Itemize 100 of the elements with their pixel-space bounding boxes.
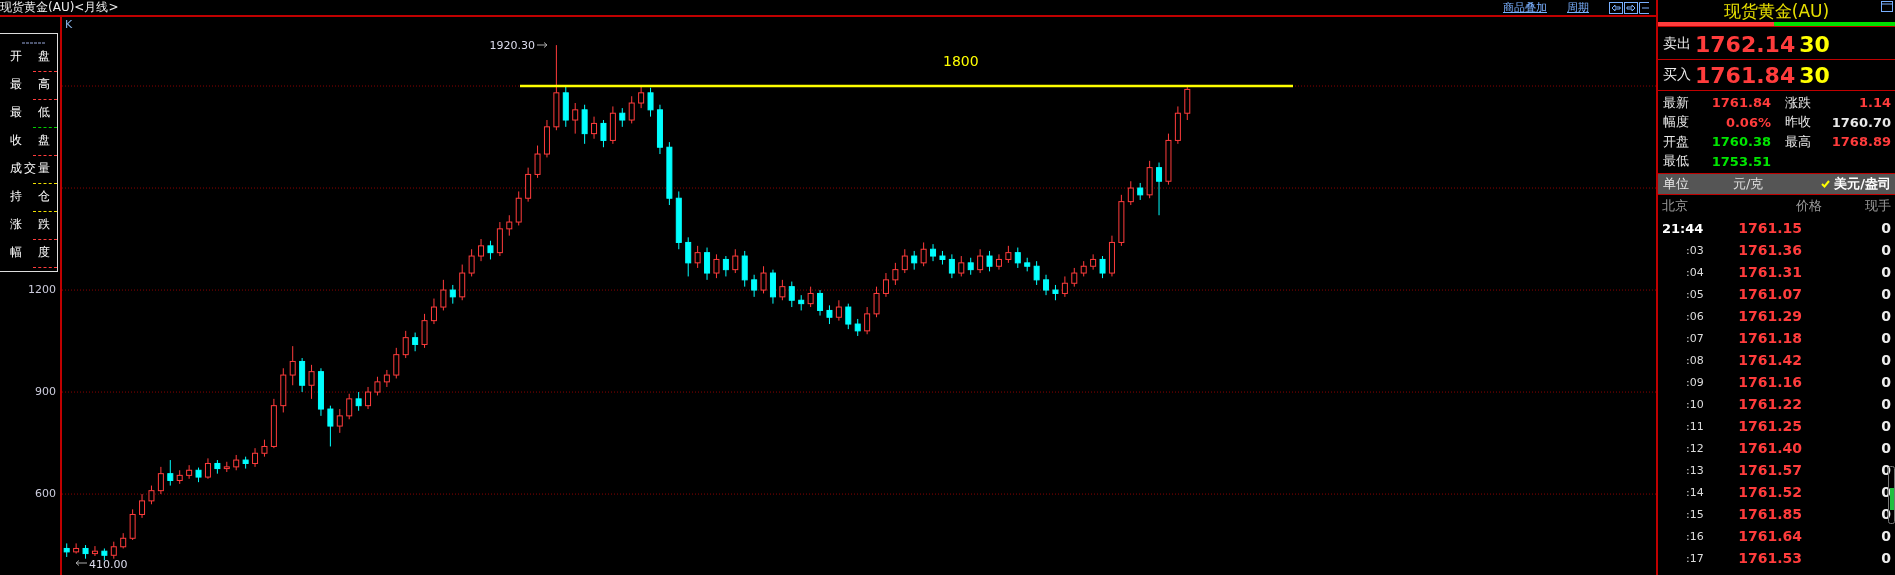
candlestick bbox=[440, 279, 447, 311]
candlestick bbox=[496, 221, 503, 257]
candlestick bbox=[468, 248, 475, 277]
stat-label: 最新 bbox=[1663, 93, 1689, 112]
candlestick bbox=[1033, 260, 1040, 286]
candlestick bbox=[91, 545, 98, 557]
tick-volume: 0 bbox=[1880, 418, 1891, 434]
candlestick bbox=[478, 238, 485, 262]
horizontal-line[interactable] bbox=[520, 84, 1293, 88]
candlestick bbox=[289, 345, 296, 386]
window-icon[interactable] bbox=[1881, 1, 1893, 12]
column-header: 价格 bbox=[1795, 197, 1822, 215]
candlestick bbox=[487, 240, 494, 260]
quote-price: 1761.84 bbox=[1695, 62, 1796, 88]
candlestick bbox=[722, 255, 729, 277]
candlestick bbox=[148, 485, 155, 505]
tick-time: 21:44 bbox=[1662, 220, 1705, 236]
tick-price: 1761.64 bbox=[1737, 528, 1802, 544]
quote-volume: 30 bbox=[1799, 62, 1830, 88]
candlestick bbox=[911, 250, 918, 271]
legend-label: 成交量 bbox=[10, 161, 50, 175]
tick-time: :15 bbox=[1685, 507, 1705, 521]
candlestick bbox=[760, 265, 767, 294]
tick-price: 1761.85 bbox=[1737, 506, 1802, 522]
stat-label: 最低 bbox=[1663, 152, 1689, 171]
candlestick bbox=[204, 457, 211, 480]
legend-line-icon bbox=[21, 42, 46, 44]
candlestick bbox=[958, 255, 965, 277]
quote-label: 买入 bbox=[1663, 66, 1691, 84]
minus-icon[interactable] bbox=[1639, 1, 1649, 14]
tick-volume: 0 bbox=[1880, 308, 1891, 324]
candlestick bbox=[817, 289, 824, 317]
candlestick bbox=[449, 284, 456, 305]
candlestick bbox=[807, 286, 814, 308]
candlestick bbox=[694, 245, 701, 269]
indicator-label: K bbox=[65, 18, 73, 31]
stat-label: 最高 bbox=[1785, 132, 1811, 151]
tick-volume: 0 bbox=[1880, 286, 1891, 302]
legend-label: 最低 bbox=[10, 105, 50, 119]
candlestick bbox=[977, 248, 984, 274]
candlestick bbox=[355, 391, 362, 412]
tick-price: 1761.53 bbox=[1737, 550, 1802, 566]
tick-volume: 0 bbox=[1880, 242, 1891, 258]
candlestick bbox=[581, 104, 588, 145]
candlestick bbox=[534, 145, 541, 179]
unit-option[interactable]: 美元/盎司 bbox=[1812, 175, 1891, 193]
candlestick bbox=[572, 102, 579, 135]
candlestick bbox=[864, 306, 871, 335]
candlestick bbox=[252, 447, 259, 468]
candlestick bbox=[1127, 180, 1134, 206]
candlestick bbox=[591, 116, 598, 140]
tick-time: :09 bbox=[1685, 375, 1705, 389]
quote-price: 1762.14 bbox=[1695, 31, 1796, 57]
candlestick bbox=[600, 119, 607, 148]
candlestick bbox=[892, 262, 899, 286]
tick-time: :14 bbox=[1685, 485, 1705, 499]
tick-volume: 0 bbox=[1880, 528, 1891, 544]
axis-label: 900 bbox=[35, 385, 56, 399]
candlestick bbox=[986, 250, 993, 272]
candlestick bbox=[619, 107, 626, 128]
axis-label: 600 bbox=[35, 487, 56, 501]
quote-title: 现货黄金(AU) bbox=[1723, 0, 1830, 23]
candlestick bbox=[1061, 275, 1068, 298]
candlestick bbox=[741, 250, 748, 288]
toolbar-link[interactable]: 周期 bbox=[1567, 1, 1589, 14]
tick-volume: 0 bbox=[1880, 396, 1891, 412]
tick-price: 1761.40 bbox=[1737, 440, 1802, 456]
candlestick bbox=[506, 214, 513, 237]
candlestick bbox=[327, 405, 334, 447]
candlestick bbox=[628, 95, 635, 124]
forward-arrow-icon[interactable] bbox=[1624, 1, 1638, 14]
candlestick bbox=[374, 376, 381, 396]
tick-time: :16 bbox=[1685, 529, 1705, 543]
legend-label: 收盘 bbox=[10, 133, 50, 147]
tick-time: :10 bbox=[1685, 397, 1705, 411]
tick-time: :06 bbox=[1685, 309, 1705, 323]
toolbar-link[interactable]: 商品叠加 bbox=[1503, 1, 1547, 14]
back-arrow-icon[interactable] bbox=[1609, 1, 1623, 14]
stat-value: 1760.70 bbox=[1831, 114, 1891, 130]
tick-price: 1761.42 bbox=[1737, 352, 1802, 368]
peak-label: 1920.30 bbox=[489, 39, 535, 52]
legend-label: 持仓 bbox=[10, 189, 50, 203]
candlestick bbox=[920, 241, 927, 267]
stat-label: 幅度 bbox=[1663, 113, 1689, 132]
candlestick bbox=[713, 253, 720, 279]
candlestick bbox=[459, 264, 466, 301]
quote-volume: 30 bbox=[1799, 31, 1830, 57]
candlestick bbox=[421, 313, 428, 349]
candlestick bbox=[1156, 162, 1163, 216]
arrow-icon bbox=[75, 560, 88, 566]
tick-price: 1761.16 bbox=[1737, 374, 1802, 390]
candlestick bbox=[1043, 274, 1050, 296]
tick-price: 1761.22 bbox=[1737, 396, 1802, 412]
arrow-icon bbox=[536, 42, 548, 48]
candlestick bbox=[393, 347, 400, 379]
tick-time: :07 bbox=[1685, 331, 1705, 345]
candlestick bbox=[638, 85, 645, 109]
unit-option[interactable]: 元/克 bbox=[1733, 175, 1812, 193]
tick-price: 1761.18 bbox=[1737, 330, 1802, 346]
candlestick bbox=[901, 248, 908, 274]
